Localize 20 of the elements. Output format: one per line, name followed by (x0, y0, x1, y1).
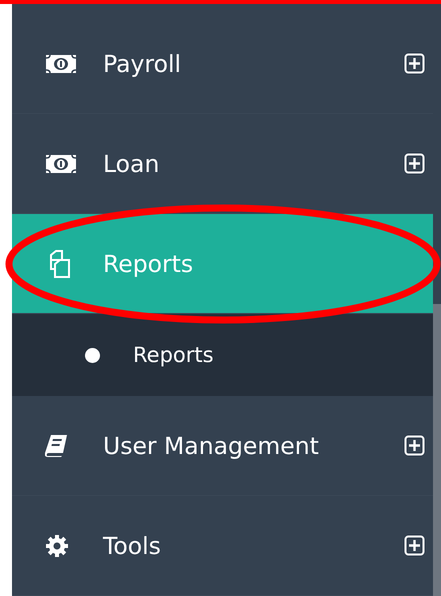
banknote-icon (45, 54, 77, 74)
expand-icon[interactable] (404, 535, 425, 556)
gear-icon (45, 534, 69, 558)
menu-label: Loan (103, 150, 160, 178)
scrollbar-thumb[interactable] (433, 304, 441, 596)
menu-item[interactable]: Tools (12, 496, 433, 596)
banknote-icon (45, 154, 77, 174)
menu-label: User Management (103, 432, 320, 460)
bullet-icon (85, 348, 100, 362)
menu-label: Reports (103, 250, 194, 278)
submenu-item[interactable]: Reports (12, 314, 433, 396)
menu-item[interactable]: Payroll (12, 14, 433, 114)
book-icon (45, 434, 69, 458)
menu-label: Payroll (103, 50, 182, 78)
menu-label: Tools (103, 532, 162, 560)
expand-icon[interactable] (404, 153, 425, 174)
menu-item[interactable]: User Management (12, 396, 433, 496)
expand-icon[interactable] (404, 53, 425, 74)
expand-icon[interactable] (404, 435, 425, 456)
submenu-label: Reports (133, 343, 214, 367)
